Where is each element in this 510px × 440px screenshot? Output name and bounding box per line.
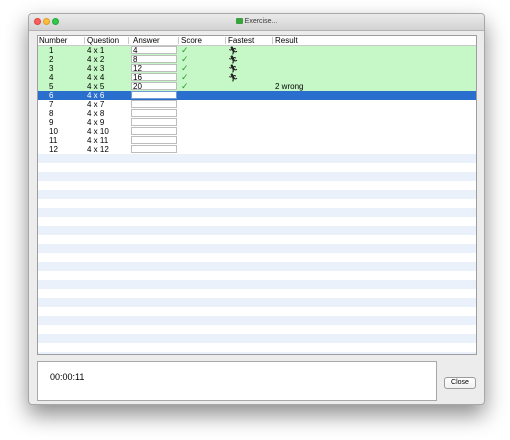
- empty-row: [38, 280, 476, 289]
- empty-row: [38, 316, 476, 325]
- row-question: 4 x 3: [87, 64, 105, 73]
- empty-row: [38, 262, 476, 271]
- column-header-number[interactable]: Number: [39, 36, 67, 45]
- table-row[interactable]: 12 4 x 12: [38, 145, 476, 154]
- empty-row: [38, 217, 476, 226]
- empty-row: [38, 181, 476, 190]
- empty-row: [38, 298, 476, 307]
- answer-field[interactable]: [131, 118, 177, 126]
- empty-row: [38, 253, 476, 262]
- row-question: 4 x 6: [87, 91, 105, 100]
- window-title: Exercise...: [244, 18, 278, 25]
- column-divider: [84, 37, 85, 44]
- row-question: 4 x 11: [87, 136, 109, 145]
- row-number: 10: [49, 127, 58, 136]
- answer-field[interactable]: [131, 136, 177, 144]
- column-header-question[interactable]: Question: [87, 36, 119, 45]
- empty-row: [38, 325, 476, 334]
- table-header: Number Question Answer Score Fastest Res…: [38, 36, 476, 46]
- row-question: 4 x 12: [87, 145, 109, 154]
- row-question: 4 x 8: [87, 109, 105, 118]
- runner-icon: 🏃︎: [228, 64, 239, 73]
- row-question: 4 x 5: [87, 82, 105, 91]
- empty-row: [38, 289, 476, 298]
- empty-row: [38, 226, 476, 235]
- row-question: 4 x 2: [87, 55, 105, 64]
- table-row[interactable]: 9 4 x 9: [38, 118, 476, 127]
- timer-panel: 00:00:11: [37, 361, 437, 401]
- row-question: 4 x 1: [87, 46, 105, 55]
- table-body: 14 x 1 4 ✓ 🏃︎ 2 4 x 2 8 ✓ 🏃︎ 3 4 x 3 12 ✓ 🏃︎ 4 4 x 4 16 ✓…: [38, 46, 476, 354]
- row-number: 8: [49, 109, 54, 118]
- column-header-answer[interactable]: Answer: [133, 36, 160, 45]
- table-row[interactable]: 44 x 4 16 ✓ 🏃︎: [38, 73, 476, 82]
- runner-icon: 🏃︎: [228, 73, 239, 82]
- answer-field[interactable]: [131, 145, 177, 153]
- table-row[interactable]: 5 4 x 5 20 ✓ 2 wrong: [38, 82, 476, 91]
- answer-field[interactable]: 16: [131, 73, 177, 82]
- answer-field[interactable]: [131, 109, 177, 117]
- empty-row: [38, 154, 476, 163]
- row-number: 5: [49, 82, 54, 91]
- empty-row: [38, 343, 476, 352]
- app-icon: [235, 18, 243, 24]
- answer-field[interactable]: 20: [131, 82, 177, 91]
- column-header-fastest[interactable]: Fastest: [228, 36, 254, 45]
- empty-row: [38, 163, 476, 172]
- table-row[interactable]: 10 4 x 10: [38, 127, 476, 136]
- table-row[interactable]: 11 4 x 11: [38, 136, 476, 145]
- empty-row: [38, 271, 476, 280]
- runner-icon: 🏃︎: [228, 46, 239, 55]
- close-button[interactable]: Close: [444, 377, 476, 389]
- exercise-window: Exercise... Number Question Answer Score…: [28, 13, 485, 405]
- column-divider: [128, 37, 129, 44]
- empty-row: [38, 334, 476, 343]
- row-question: 4 x 10: [87, 127, 109, 136]
- empty-row: [38, 208, 476, 217]
- row-number: 3: [49, 64, 54, 73]
- row-number: 7: [49, 100, 54, 109]
- empty-row: [38, 244, 476, 253]
- column-divider: [272, 37, 273, 44]
- table-row[interactable]: 34 x 3 12 ✓ 🏃︎: [38, 64, 476, 73]
- table-row[interactable]: 6 4 x 6: [38, 91, 476, 100]
- answer-field[interactable]: [131, 100, 177, 108]
- exercise-table[interactable]: Number Question Answer Score Fastest Res…: [37, 35, 477, 355]
- table-row[interactable]: 14 x 1 4 ✓ 🏃︎: [38, 46, 476, 55]
- column-header-score[interactable]: Score: [181, 36, 202, 45]
- row-number: 12: [49, 145, 58, 154]
- answer-field[interactable]: 12: [131, 64, 177, 73]
- empty-row: [38, 172, 476, 181]
- runner-icon: 🏃︎: [228, 55, 239, 64]
- row-number: 4: [49, 73, 54, 82]
- column-header-result[interactable]: Result: [275, 36, 298, 45]
- empty-row: [38, 235, 476, 244]
- row-number: 1: [49, 46, 54, 55]
- table-row[interactable]: 7 4 x 7: [38, 100, 476, 109]
- row-number: 9: [49, 118, 54, 127]
- row-number: 2: [49, 55, 54, 64]
- empty-row: [38, 199, 476, 208]
- answer-field[interactable]: [131, 91, 177, 99]
- answer-field[interactable]: [131, 127, 177, 135]
- table-row[interactable]: 8 4 x 8: [38, 109, 476, 118]
- empty-row: [38, 190, 476, 199]
- answer-field[interactable]: 4: [131, 46, 177, 55]
- column-divider: [225, 37, 226, 44]
- title-bar: Exercise...: [29, 14, 484, 31]
- row-question: 4 x 9: [87, 118, 105, 127]
- empty-row: [38, 352, 476, 354]
- column-divider: [178, 37, 179, 44]
- check-icon: ✓: [181, 81, 189, 91]
- elapsed-time: 00:00:11: [50, 372, 85, 382]
- row-question: 4 x 7: [87, 100, 105, 109]
- answer-field[interactable]: 8: [131, 55, 177, 64]
- row-number: 11: [49, 136, 58, 145]
- row-question: 4 x 4: [87, 73, 105, 82]
- row-number: 6: [49, 91, 54, 100]
- window-title-group: Exercise...: [29, 16, 484, 27]
- row-result: 2 wrong: [275, 82, 304, 91]
- empty-row: [38, 307, 476, 316]
- table-row[interactable]: 24 x 2 8 ✓ 🏃︎: [38, 55, 476, 64]
